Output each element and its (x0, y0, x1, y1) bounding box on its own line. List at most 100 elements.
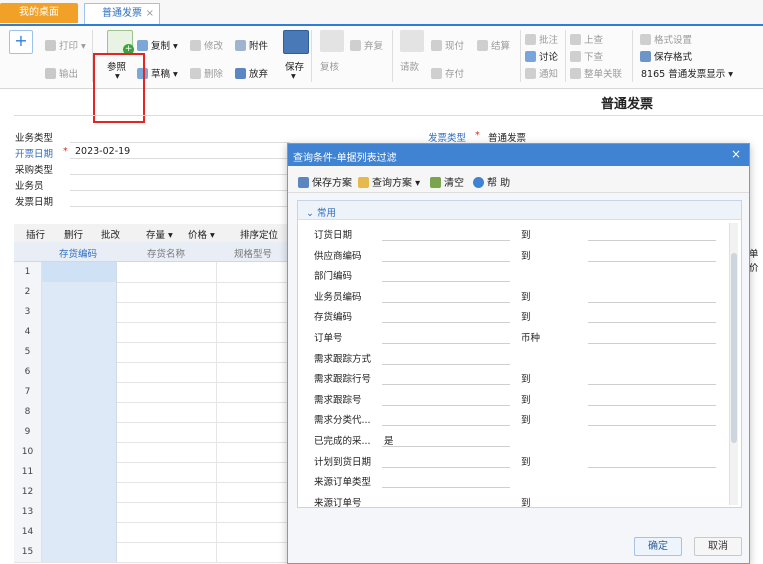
filter-input-from[interactable] (382, 322, 510, 323)
cell-item-name[interactable] (116, 262, 217, 282)
clear-button[interactable]: 清空 (430, 174, 464, 189)
cell-item-code[interactable] (42, 282, 117, 302)
cell-item-name[interactable] (116, 502, 217, 522)
col-spec[interactable]: 规格型号 (234, 246, 272, 260)
cell-item-name[interactable] (116, 442, 217, 462)
tab-my-desktop[interactable]: 我的桌面 (0, 3, 78, 23)
format-select[interactable]: 8165 普通发票显示 ▾ (641, 66, 753, 80)
filter-input-to[interactable] (588, 322, 716, 323)
help-button[interactable]: 帮 助 (473, 174, 510, 189)
cell-item-code[interactable] (42, 402, 117, 422)
cell-item-code[interactable] (42, 502, 117, 522)
dialog-title-bar[interactable]: 查询条件-单据列表过滤 × (288, 144, 749, 166)
print-button[interactable]: 打印 ▾ (45, 38, 86, 52)
modify-button[interactable]: 修改 (190, 38, 223, 52)
filter-input-to[interactable] (588, 302, 716, 303)
attach-button[interactable]: 附件 (235, 38, 268, 52)
cell-item-code[interactable] (42, 522, 117, 542)
tab-plain-invoice[interactable]: 普通发票 × (84, 3, 160, 24)
discuss-button[interactable]: 讨论 (525, 49, 558, 63)
close-icon[interactable]: × (146, 4, 154, 24)
save-dropdown-icon[interactable]: ▾ (291, 71, 296, 82)
cell-item-code[interactable] (42, 482, 117, 502)
table-row[interactable]: 13 (14, 502, 294, 523)
col-unit-price[interactable]: 单价 (749, 246, 763, 274)
table-row[interactable]: 14 (14, 522, 294, 543)
cell-item-name[interactable] (116, 462, 217, 482)
delete-button[interactable]: 删除 (190, 66, 223, 80)
close-icon[interactable]: × (731, 147, 741, 161)
prev-button[interactable]: 上查 (570, 32, 603, 46)
settle-button[interactable]: 结算 (477, 38, 510, 52)
table-row[interactable]: 8 (14, 402, 294, 423)
filter-input-from[interactable] (382, 343, 510, 344)
sort-locate-button[interactable]: 排序定位 (240, 227, 278, 241)
ok-button[interactable]: 确定 (634, 537, 682, 556)
invoice-type-field[interactable]: 普通发票 (488, 130, 526, 144)
delete-row-button[interactable]: 删行 (64, 227, 83, 241)
cell-item-name[interactable] (116, 522, 217, 542)
table-row[interactable]: 3 (14, 302, 294, 323)
abandon-button[interactable]: 放弃 (235, 66, 268, 80)
cell-item-code[interactable] (42, 462, 117, 482)
col-item-name[interactable]: 存货名称 (147, 246, 185, 260)
cell-item-name[interactable] (116, 542, 217, 562)
deposit-button[interactable]: 存付 (431, 66, 464, 80)
link-button[interactable]: 整单关联 (570, 66, 622, 80)
filter-input-from[interactable] (382, 240, 510, 241)
notify-button[interactable]: 通知 (525, 66, 558, 80)
filter-input-to[interactable] (588, 384, 716, 385)
invoice-date-field[interactable]: 2023-02-19 (75, 146, 130, 157)
col-item-code[interactable]: 存货编码 (59, 246, 97, 260)
table-row[interactable]: 11 (14, 462, 294, 483)
cell-item-code[interactable] (42, 422, 117, 442)
format-settings-button[interactable]: 格式设置 (640, 32, 692, 46)
cell-item-code[interactable] (42, 542, 117, 562)
cell-item-code[interactable] (42, 382, 117, 402)
filter-input-from[interactable] (382, 261, 510, 262)
cell-item-code[interactable] (42, 322, 117, 342)
save-format-button[interactable]: 保存格式 (640, 49, 692, 63)
table-row[interactable]: 4 (14, 322, 294, 343)
table-row[interactable]: 5 (14, 342, 294, 363)
audit-button[interactable]: 复核 (320, 59, 339, 73)
table-row[interactable]: 12 (14, 482, 294, 503)
archive-button[interactable]: 弃复 (350, 38, 383, 52)
copy-button[interactable]: 复制 ▾ (137, 38, 178, 52)
add-button[interactable]: + (9, 30, 33, 54)
stock-button[interactable]: 存量 ▾ (146, 227, 173, 241)
filter-input-to[interactable] (588, 467, 716, 468)
query-plan-button[interactable]: 查询方案 ▾ (358, 174, 420, 189)
table-row[interactable]: 6 (14, 362, 294, 383)
cell-item-name[interactable] (116, 482, 217, 502)
table-row[interactable]: 9 (14, 422, 294, 443)
cell-item-name[interactable] (116, 382, 217, 402)
export-button[interactable]: 输出 (45, 66, 78, 80)
table-row[interactable]: 10 (14, 442, 294, 463)
filter-input-from[interactable] (382, 425, 510, 426)
table-row[interactable]: 2 (14, 282, 294, 303)
insert-row-button[interactable]: 插行 (26, 227, 45, 241)
save-plan-button[interactable]: 保存方案 (298, 174, 352, 189)
filter-input-from[interactable] (382, 487, 510, 488)
price-button[interactable]: 价格 ▾ (188, 227, 215, 241)
filter-input-from[interactable] (382, 467, 510, 468)
table-row[interactable]: 7 (14, 382, 294, 403)
filter-input-to[interactable] (588, 425, 716, 426)
filter-input-to[interactable] (588, 405, 716, 406)
check-button[interactable]: 请款 (400, 59, 419, 73)
annotate-button[interactable]: 批注 (525, 32, 558, 46)
cell-item-name[interactable] (116, 402, 217, 422)
filter-input-from[interactable] (382, 405, 510, 406)
cell-item-code[interactable] (42, 342, 117, 362)
table-row[interactable]: 1 (14, 262, 294, 283)
cell-item-name[interactable] (116, 422, 217, 442)
filter-input-to[interactable] (588, 343, 716, 344)
cancel-button[interactable]: 取消 (694, 537, 742, 556)
filter-input-from[interactable] (382, 384, 510, 385)
cell-item-name[interactable] (116, 282, 217, 302)
batch-edit-button[interactable]: 批改 (101, 227, 120, 241)
filter-input-to[interactable] (588, 261, 716, 262)
table-row[interactable]: 15 (14, 542, 294, 563)
next-button[interactable]: 下查 (570, 49, 603, 63)
